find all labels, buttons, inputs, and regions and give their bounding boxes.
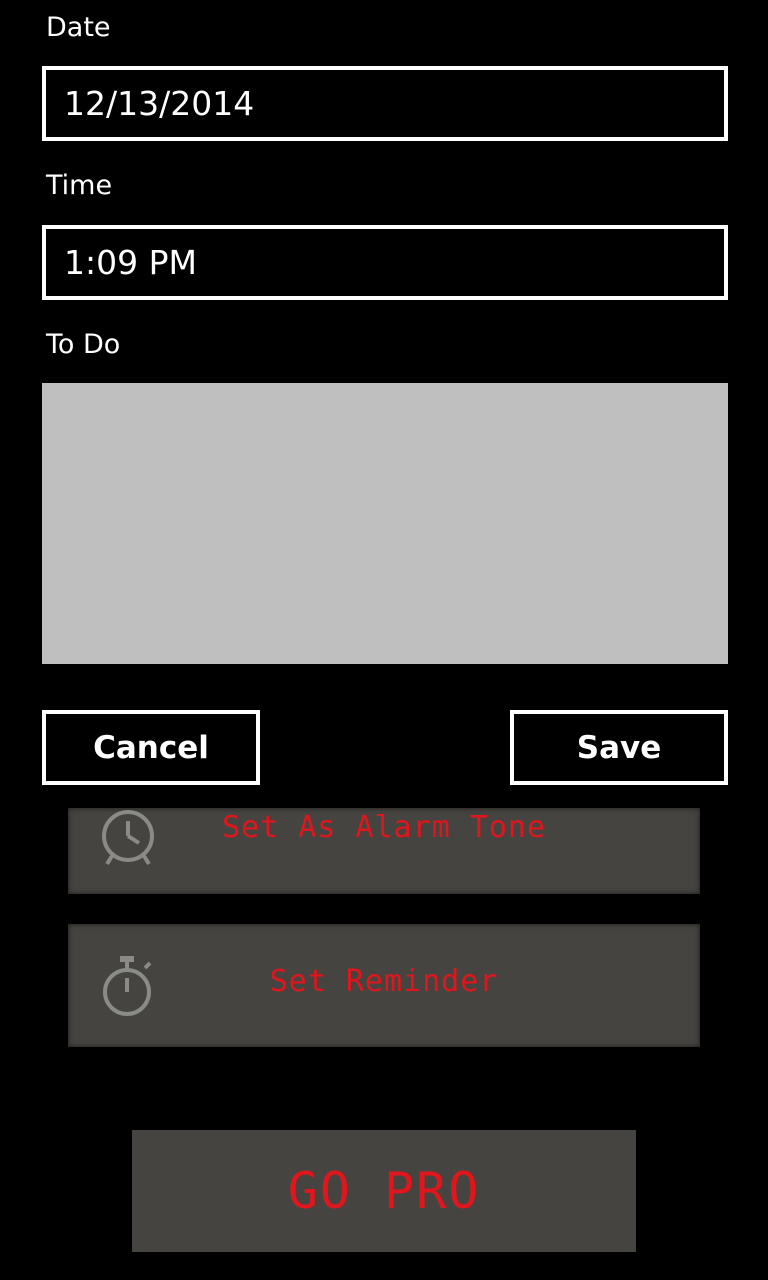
time-label: Time bbox=[46, 170, 113, 201]
set-alarm-tone-button[interactable]: Set As Alarm Tone bbox=[68, 808, 700, 894]
set-reminder-button[interactable]: Set Reminder bbox=[68, 924, 700, 1047]
time-value: 1:09 PM bbox=[64, 243, 197, 282]
date-field[interactable]: 12/13/2014 bbox=[42, 66, 728, 141]
todo-textarea[interactable] bbox=[42, 383, 728, 664]
time-field[interactable]: 1:09 PM bbox=[42, 225, 728, 300]
date-value: 12/13/2014 bbox=[64, 84, 255, 123]
set-alarm-tone-label: Set As Alarm Tone bbox=[221, 810, 547, 845]
set-reminder-label: Set Reminder bbox=[269, 964, 499, 999]
date-label: Date bbox=[46, 12, 111, 43]
todo-label: To Do bbox=[46, 329, 121, 360]
reminder-screen: Date 12/13/2014 Time 1:09 PM To Do Cance… bbox=[0, 0, 768, 1280]
save-button[interactable]: Save bbox=[510, 710, 728, 785]
go-pro-button[interactable]: GO PRO bbox=[132, 1130, 636, 1252]
cancel-button[interactable]: Cancel bbox=[42, 710, 260, 785]
go-pro-label: GO PRO bbox=[287, 1162, 481, 1220]
